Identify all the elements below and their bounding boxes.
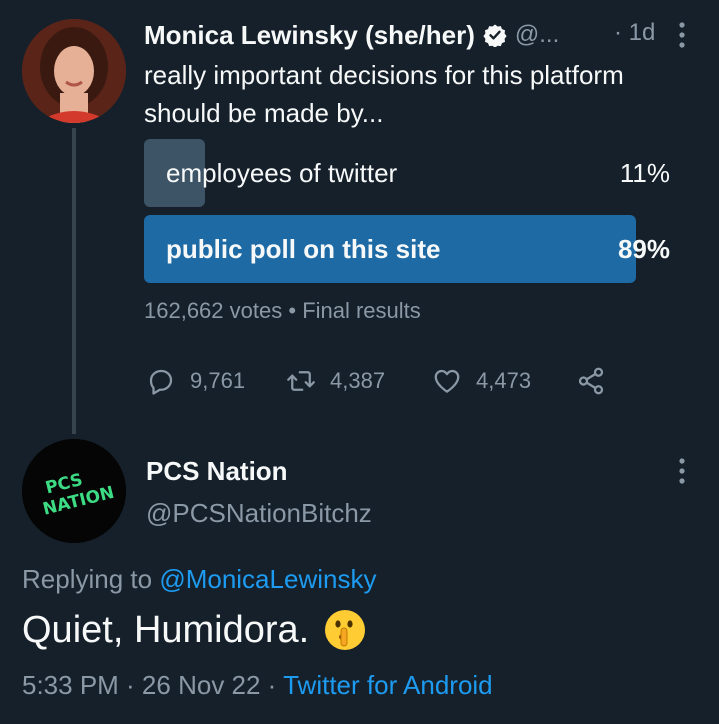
reply-icon (149, 369, 173, 395)
author-handle[interactable]: @PCSNationBitchz (146, 498, 372, 529)
verified-badge-icon (483, 24, 507, 47)
poll-option-percent: 89% (617, 234, 670, 264)
tweet-text: really important decisions for this plat… (144, 60, 624, 128)
poll-option-percent: 11% (619, 158, 670, 188)
retweet-icon (287, 371, 315, 391)
reply-count: 9,761 (190, 368, 246, 393)
more-vertical-icon[interactable] (672, 456, 692, 486)
retweet-count: 4,387 (330, 368, 386, 393)
author-name[interactable]: Monica Lewinsky (she/her) (144, 20, 475, 51)
reply-button[interactable]: 9,761 (146, 364, 245, 398)
poll-option-label: public poll on this site (166, 234, 441, 264)
avatar-pcs-nation[interactable]: PCS NATION (22, 439, 126, 543)
poll-option: public poll on this site 89% (144, 215, 672, 283)
shushing-face-emoji (325, 610, 366, 650)
more-vertical-icon[interactable] (672, 20, 692, 50)
thread-connector-line (72, 128, 76, 434)
poll-option-label: employees of twitter (166, 158, 398, 188)
tweet-source-link[interactable]: Twitter for Android (283, 670, 493, 700)
share-button[interactable] (576, 364, 620, 398)
like-button[interactable]: 4,473 (432, 364, 531, 398)
replying-to: Replying to @MonicaLewinsky (22, 564, 376, 595)
share-icon (578, 367, 604, 395)
poll-option: employees of twitter 11% (144, 139, 672, 207)
like-count: 4,473 (476, 368, 532, 393)
poll-votes: 162,662 votes (144, 298, 283, 323)
tweet-timestamp: 5:33 PM · 26 Nov 22 · (22, 670, 277, 700)
tweet-text-row: Quiet, Humidora. (22, 608, 367, 652)
tweet1-header: Monica Lewinsky (she/her) @... (144, 18, 559, 52)
tweet-text: Quiet, Humidora. (22, 608, 310, 651)
poll-meta: 162,662 votes • Final results (144, 298, 421, 324)
tweet-time[interactable]: · 1d (614, 19, 655, 47)
retweet-button[interactable]: 4,387 (286, 364, 385, 398)
pcs-nation-logo: PCS NATION (22, 439, 126, 543)
heart-icon (434, 369, 460, 393)
tweet-meta: 5:33 PM · 26 Nov 22 · Twitter for Androi… (22, 670, 493, 701)
poll-status: Final results (302, 298, 421, 323)
poll-separator: • (288, 298, 297, 323)
replying-prefix: Replying to (22, 564, 153, 594)
author-name[interactable]: PCS Nation (146, 456, 288, 487)
avatar-monica-lewinsky[interactable] (22, 19, 126, 123)
replying-to-link[interactable]: @MonicaLewinsky (159, 564, 376, 594)
author-handle[interactable]: @... (515, 21, 559, 49)
